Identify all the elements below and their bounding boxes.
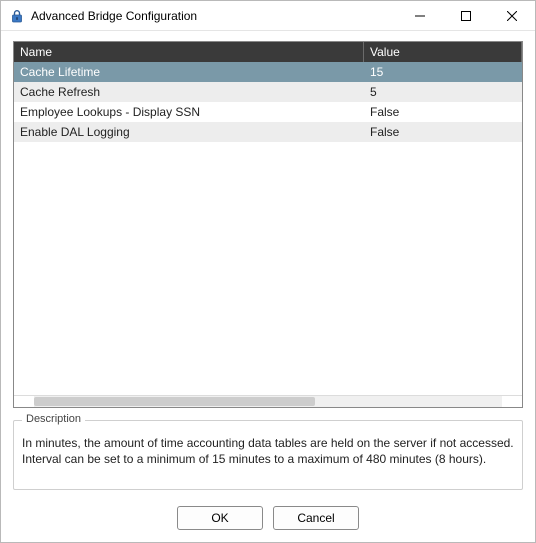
lock-icon: [9, 8, 25, 24]
description-text: In minutes, the amount of time accountin…: [22, 435, 514, 467]
dialog-window: Advanced Bridge Configuration Name Value…: [0, 0, 536, 543]
description-legend: Description: [22, 413, 85, 425]
table-row[interactable]: Cache Refresh5: [14, 82, 522, 102]
dialog-button-row: OK Cancel: [13, 506, 523, 530]
ok-button[interactable]: OK: [177, 506, 263, 530]
setting-name: Enable DAL Logging: [14, 125, 364, 139]
horizontal-scrollbar-track[interactable]: [14, 395, 522, 407]
maximize-button[interactable]: [443, 1, 489, 30]
table-row[interactable]: Enable DAL LoggingFalse: [14, 122, 522, 142]
setting-name: Cache Lifetime: [14, 65, 364, 79]
setting-name: Employee Lookups - Display SSN: [14, 105, 364, 119]
horizontal-scrollbar[interactable]: [34, 396, 502, 407]
column-header-name[interactable]: Name: [14, 42, 364, 62]
horizontal-scrollbar-thumb[interactable]: [34, 397, 315, 406]
close-button[interactable]: [489, 1, 535, 30]
description-group: Description In minutes, the amount of ti…: [13, 420, 523, 490]
window-title: Advanced Bridge Configuration: [31, 9, 397, 23]
setting-value: False: [364, 105, 522, 119]
grid-body: Cache Lifetime15Cache Refresh5Employee L…: [14, 62, 522, 395]
cancel-button[interactable]: Cancel: [273, 506, 359, 530]
table-row[interactable]: Employee Lookups - Display SSNFalse: [14, 102, 522, 122]
table-row[interactable]: Cache Lifetime15: [14, 62, 522, 82]
window-controls: [397, 1, 535, 30]
client-area: Name Value Cache Lifetime15Cache Refresh…: [1, 31, 535, 542]
titlebar: Advanced Bridge Configuration: [1, 1, 535, 31]
setting-value: 15: [364, 65, 522, 79]
column-header-value[interactable]: Value: [364, 42, 522, 62]
settings-grid: Name Value Cache Lifetime15Cache Refresh…: [13, 41, 523, 408]
setting-value: 5: [364, 85, 522, 99]
minimize-button[interactable]: [397, 1, 443, 30]
grid-header: Name Value: [14, 42, 522, 62]
setting-name: Cache Refresh: [14, 85, 364, 99]
setting-value: False: [364, 125, 522, 139]
